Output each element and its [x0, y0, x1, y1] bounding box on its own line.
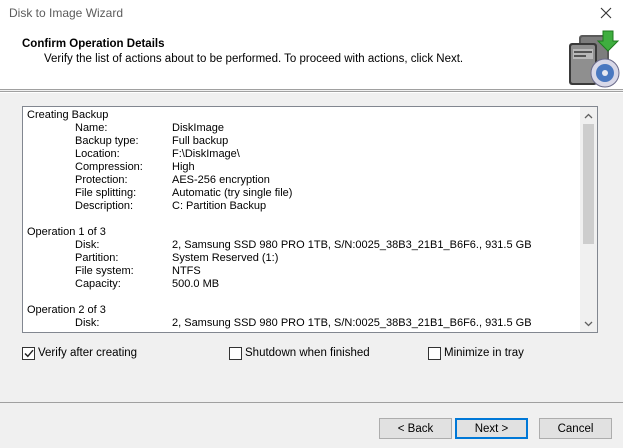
detail-row: Protection: AES-256 encryption [27, 174, 577, 187]
cancel-button[interactable]: Cancel [539, 418, 612, 439]
verify-checkbox[interactable] [22, 346, 35, 360]
shutdown-label: Shutdown when finished [245, 347, 370, 359]
detail-value: 2, Samsung SSD 980 PRO 1TB, S/N:0025_38B… [172, 317, 532, 329]
minimize-option[interactable]: Minimize in tray [428, 345, 524, 361]
next-button[interactable]: Next > [455, 418, 528, 439]
chevron-down-icon [584, 321, 593, 326]
title-bar: Disk to Image Wizard [0, 0, 623, 26]
detail-key: Disk: [75, 317, 100, 329]
button-bar [0, 403, 623, 448]
detail-row: Description: C: Partition Backup [27, 200, 577, 213]
detail-key: Disk: [75, 239, 100, 251]
detail-row: Disk: 2, Samsung SSD 980 PRO 1TB, S/N:002… [27, 239, 577, 252]
detail-row: Location: F:\DiskImage\ [27, 148, 577, 161]
detail-value: F:\DiskImage\ [172, 148, 240, 160]
wizard-header: Confirm Operation Details Verify the lis… [0, 26, 623, 90]
detail-row: File system: NTFS [27, 265, 577, 278]
close-button[interactable] [589, 0, 623, 26]
window-title: Disk to Image Wizard [9, 6, 124, 20]
scroll-up-button[interactable] [580, 107, 597, 124]
detail-row: File splitting: Automatic (try single fil… [27, 187, 577, 200]
detail-key: Compression: [75, 161, 143, 173]
checkmark-icon [24, 349, 34, 357]
detail-value: 2, Samsung SSD 980 PRO 1TB, S/N:0025_38B… [172, 239, 532, 251]
back-button[interactable]: < Back [379, 418, 452, 439]
detail-row: Capacity: 500.0 MB [27, 278, 577, 291]
operation-details-list[interactable]: Creating Backup Name: DiskImage Backup type… [22, 106, 598, 333]
minimize-checkbox[interactable] [428, 346, 441, 360]
detail-value: 500.0 MB [172, 278, 220, 290]
detail-value: C: Partition Backup [172, 200, 267, 212]
section-title: Creating Backup [27, 109, 109, 121]
detail-key: Partition: [75, 252, 119, 264]
detail-key: Backup type: [75, 135, 139, 147]
verify-option[interactable]: Verify after creating [22, 345, 137, 361]
disk-image-wizard-icon [569, 30, 620, 88]
detail-row: Backup type: Full backup [27, 135, 577, 148]
header-divider [0, 91, 623, 93]
detail-value: Automatic (try single file) [172, 187, 293, 199]
detail-row: Compression: High [27, 161, 577, 174]
verify-label: Verify after creating [38, 347, 138, 359]
detail-row: Disk: 2, Samsung SSD 980 PRO 1TB, S/N:002… [27, 317, 577, 330]
shutdown-checkbox[interactable] [229, 346, 242, 360]
header-subtitle: Verify the list of actions about to be p… [44, 53, 464, 65]
header-title: Confirm Operation Details [22, 38, 165, 50]
detail-key: Capacity: [75, 278, 121, 290]
detail-key: Name: [75, 122, 108, 134]
scrollbar-thumb[interactable] [583, 124, 594, 244]
details-content: Creating Backup Name: DiskImage Backup type… [27, 109, 577, 330]
section-title: Operation 2 of 3 [27, 304, 106, 316]
chevron-up-icon [584, 113, 593, 118]
minimize-label: Minimize in tray [444, 347, 524, 359]
detail-value: System Reserved (1:) [172, 252, 279, 264]
detail-value: AES-256 encryption [172, 174, 270, 186]
detail-row: Partition: System Reserved (1:) [27, 252, 577, 265]
scroll-down-button[interactable] [580, 315, 597, 332]
detail-key: File system: [75, 265, 134, 277]
detail-key: Location: [75, 148, 120, 160]
detail-key: Description: [75, 200, 134, 212]
detail-value: Full backup [172, 135, 229, 147]
detail-value: High [172, 161, 195, 173]
shutdown-option[interactable]: Shutdown when finished [229, 345, 370, 361]
detail-row: Name: DiskImage [27, 122, 577, 135]
section-title: Operation 1 of 3 [27, 226, 106, 238]
detail-value: DiskImage [172, 122, 224, 134]
close-icon [600, 7, 612, 19]
vertical-scrollbar[interactable] [580, 107, 597, 332]
detail-value: NTFS [172, 265, 201, 277]
detail-key: File splitting: [75, 187, 137, 199]
detail-key: Protection: [75, 174, 128, 186]
wizard-window: Disk to Image Wizard Confirm Operation D… [0, 0, 623, 448]
